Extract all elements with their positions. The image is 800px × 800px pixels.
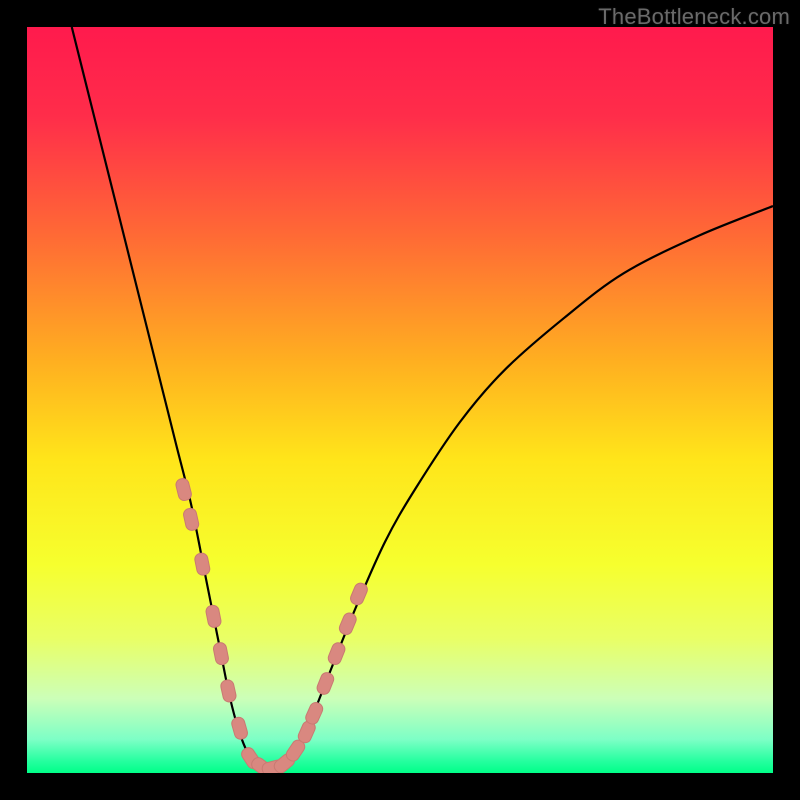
watermark-label: TheBottleneck.com bbox=[598, 4, 790, 30]
chart-frame bbox=[27, 27, 773, 773]
bottleneck-chart bbox=[27, 27, 773, 773]
gradient-background bbox=[27, 27, 773, 773]
